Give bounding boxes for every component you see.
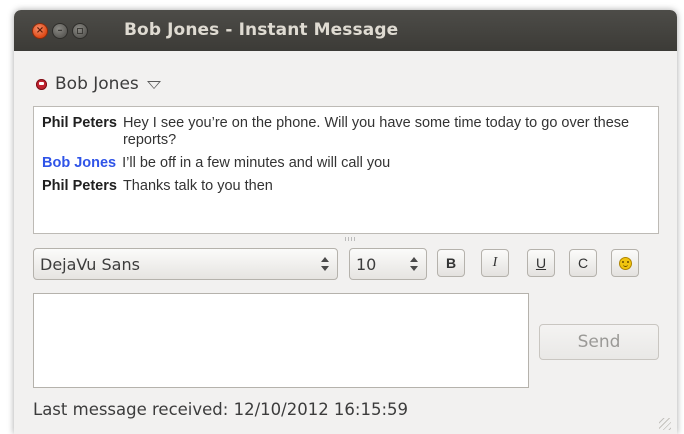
minimize-window-button[interactable]: –	[52, 23, 68, 39]
font-size-value: 10	[356, 254, 377, 274]
font-family-select[interactable]: DejaVu Sans	[33, 248, 338, 280]
format-toolbar: DejaVu Sans 10 B I U C	[33, 248, 659, 282]
italic-button[interactable]: I	[481, 249, 509, 277]
bold-button[interactable]: B	[437, 249, 465, 277]
message-sender: Phil Peters	[42, 115, 117, 131]
send-button[interactable]: Send	[539, 324, 659, 360]
text-color-button[interactable]: C	[569, 249, 597, 277]
maximize-window-button[interactable]	[72, 23, 88, 39]
spinner-arrows-icon	[410, 256, 418, 272]
contact-name: Bob Jones	[55, 74, 139, 94]
font-family-value: DejaVu Sans	[40, 254, 140, 274]
busy-status-icon	[36, 78, 47, 90]
chat-message: Phil Peters Hey I see you’re on the phon…	[42, 115, 650, 149]
contact-selector[interactable]: Bob Jones	[36, 72, 161, 96]
emoticon-button[interactable]	[611, 249, 639, 277]
font-size-select[interactable]: 10	[349, 248, 427, 280]
minimize-icon: –	[57, 25, 63, 36]
message-sender: Bob Jones	[42, 155, 117, 171]
chat-message: Bob Jones I’ll be off in a few minutes a…	[42, 155, 650, 172]
chat-history[interactable]: Phil Peters Hey I see you’re on the phon…	[33, 106, 659, 234]
message-text: Thanks talk to you then	[122, 178, 273, 194]
message-input[interactable]	[33, 293, 529, 388]
pane-resize-handle[interactable]	[345, 237, 355, 241]
close-icon: ×	[35, 25, 45, 36]
message-text: I’ll be off in a few minutes and will ca…	[122, 155, 391, 171]
title-bar[interactable]: × – Bob Jones - Instant Message	[14, 10, 677, 51]
window-resize-grip[interactable]	[659, 418, 671, 430]
underline-button[interactable]: U	[527, 249, 555, 277]
im-window: × – Bob Jones - Instant Message Bob Jone…	[14, 10, 677, 434]
close-window-button[interactable]: ×	[32, 23, 48, 39]
maximize-icon	[77, 28, 83, 34]
chat-message: Phil Peters Thanks talk to you then	[42, 178, 650, 195]
chevron-down-icon[interactable]	[146, 81, 161, 89]
smiley-icon	[618, 256, 632, 270]
status-text: Last message received: 12/10/2012 16:15:…	[33, 400, 409, 419]
window-title: Bob Jones - Instant Message	[124, 20, 399, 40]
message-sender: Phil Peters	[42, 178, 117, 194]
spinner-arrows-icon	[321, 256, 329, 272]
message-text: Hey I see you’re on the phone. Will you …	[122, 115, 630, 148]
